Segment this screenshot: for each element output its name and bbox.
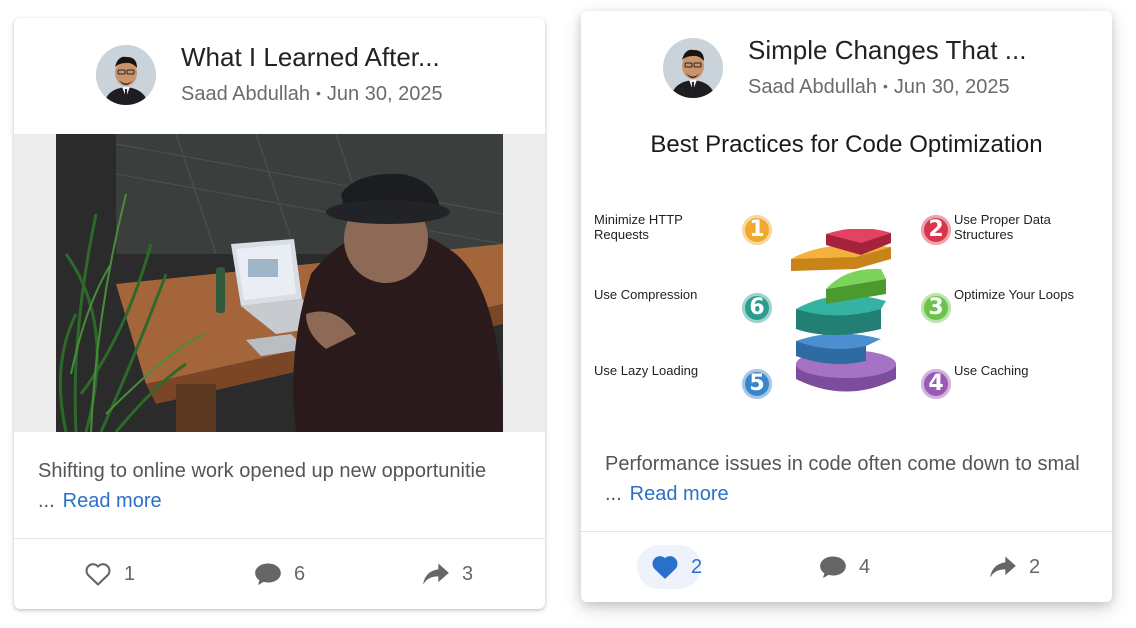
like-button[interactable]: 1 xyxy=(84,539,135,609)
post-actions: 2 4 2 xyxy=(581,531,1112,602)
number-badge: 6 xyxy=(742,293,772,323)
share-button[interactable]: 2 xyxy=(989,532,1040,602)
post-meta: Saad Abdullah • Jun 30, 2025 xyxy=(748,76,1010,99)
post-date: Jun 30, 2025 xyxy=(893,76,1010,98)
meta-separator: • xyxy=(883,78,888,94)
comment-button[interactable]: 6 xyxy=(254,539,305,609)
heart-outline-icon xyxy=(85,563,111,586)
share-count: 2 xyxy=(1029,555,1041,578)
tip-label: Use Lazy Loading xyxy=(594,363,699,378)
tip-label: Use Caching xyxy=(954,363,1029,378)
comment-count: 4 xyxy=(859,555,871,578)
post-title[interactable]: What I Learned After... xyxy=(181,42,440,73)
post-actions: 1 6 3 xyxy=(14,538,545,609)
post-date: Jun 30, 2025 xyxy=(326,83,443,105)
infographic-title: Best Practices for Code Optimization xyxy=(650,131,1043,158)
stacked-pie-graphic xyxy=(791,229,896,392)
post-title[interactable]: Simple Changes That ... xyxy=(748,35,1026,66)
post-header: Simple Changes That ... Saad Abdullah • Ju… xyxy=(581,11,1112,127)
comment-button[interactable]: 4 xyxy=(819,532,870,602)
avatar[interactable] xyxy=(663,38,723,98)
like-count: 1 xyxy=(124,562,136,585)
post-header: What I Learned After... Saad Abdullah • Ju… xyxy=(14,18,545,134)
number-badge: 3 xyxy=(921,293,951,323)
post-image[interactable] xyxy=(14,134,545,432)
comment-count: 6 xyxy=(294,562,306,585)
number-badge: 2 xyxy=(921,215,951,245)
post-card: Simple Changes That ... Saad Abdullah • Ju… xyxy=(581,11,1112,602)
number-badge: 1 xyxy=(742,215,772,245)
author-name[interactable]: Saad Abdullah xyxy=(181,83,310,105)
tip-label: Use Compression xyxy=(594,287,698,302)
post-image[interactable]: Best Practices for Code Optimization Min… xyxy=(581,119,1112,425)
tip-label: Use Proper Data Structures xyxy=(954,212,1051,242)
share-count: 3 xyxy=(462,562,474,585)
like-button[interactable]: 2 xyxy=(637,532,703,602)
read-more-link[interactable]: Read more xyxy=(630,483,729,505)
comment-icon xyxy=(820,556,846,579)
like-count: 2 xyxy=(691,555,703,578)
post-excerpt: Shifting to online work opened up new op… xyxy=(38,456,528,516)
comment-icon xyxy=(255,563,281,586)
share-icon xyxy=(423,563,449,585)
post-photo xyxy=(56,134,503,432)
heart-filled-icon xyxy=(652,556,678,579)
post-excerpt: Performance issues in code often come do… xyxy=(605,449,1095,509)
post-card: What I Learned After... Saad Abdullah • Ju… xyxy=(14,18,545,609)
read-more-link[interactable]: Read more xyxy=(63,490,162,512)
share-icon xyxy=(990,556,1016,578)
meta-separator: • xyxy=(316,85,321,101)
tip-label: Optimize Your Loops xyxy=(954,287,1074,302)
author-name[interactable]: Saad Abdullah xyxy=(748,76,877,98)
post-meta: Saad Abdullah • Jun 30, 2025 xyxy=(181,83,443,106)
tip-label: Minimize HTTP Requests xyxy=(594,212,683,242)
avatar[interactable] xyxy=(96,45,156,105)
number-badge: 5 xyxy=(742,369,772,399)
number-badge: 4 xyxy=(921,369,951,399)
share-button[interactable]: 3 xyxy=(422,539,473,609)
